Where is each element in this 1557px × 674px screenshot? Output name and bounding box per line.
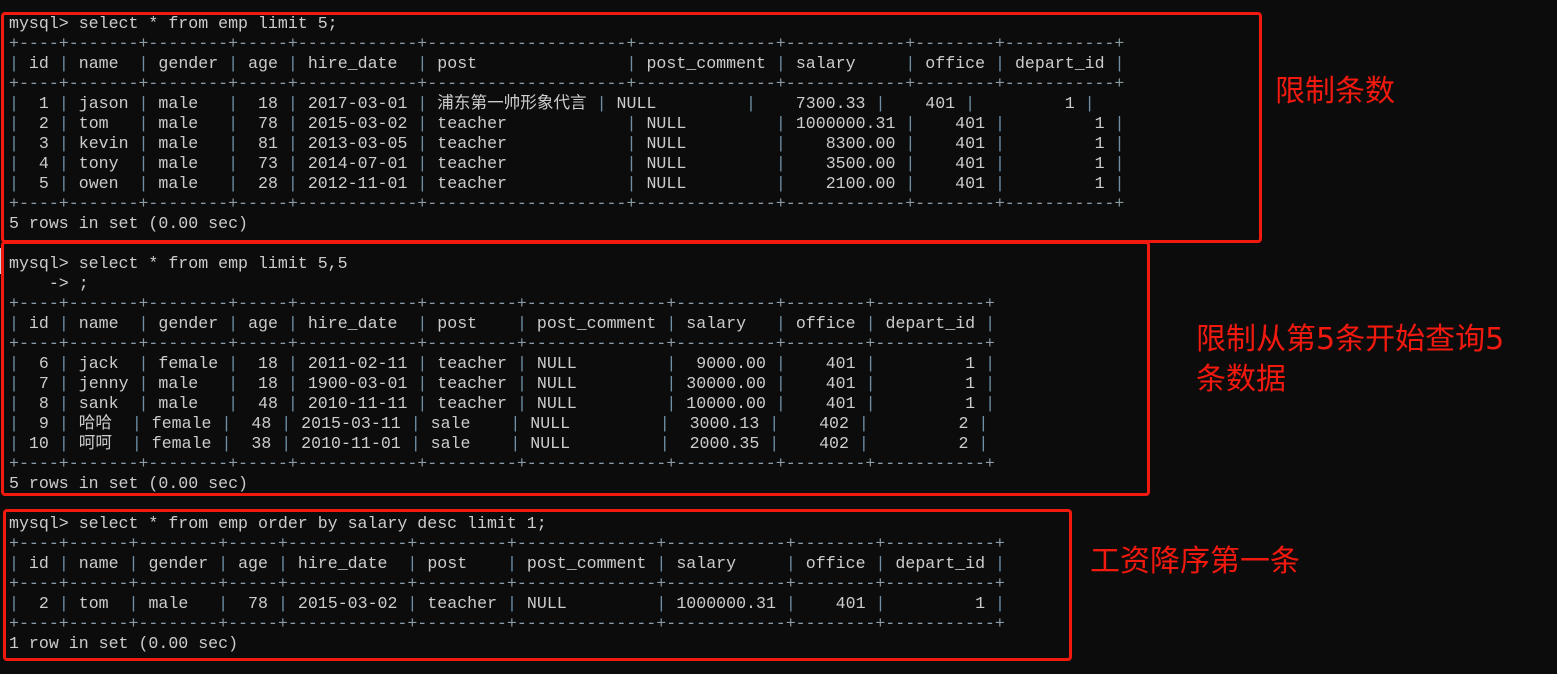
table-header-row: | id | name | gender | age | hire_date |… — [9, 54, 1125, 73]
query-result-block-1: mysql> select * from emp limit 5; +----+-… — [9, 14, 1125, 234]
table-border: +----+------+--------+-----+------------… — [9, 614, 1005, 633]
table-row: | 4 | tony | male | 73 | 2014-07-01 | te… — [9, 154, 1125, 173]
annotation-label-limit-offset: 限制从第5条开始查询5 条数据 — [1196, 322, 1505, 397]
table-row: | 9 | 哈哈 | female | 48 | 2015-03-11 | sa… — [9, 414, 989, 433]
table-border: +----+------+--------+-----+------------… — [9, 574, 1005, 593]
table-border: +----+-------+--------+-----+-----------… — [9, 194, 1125, 213]
table-border: +----+-------+--------+-----+-----------… — [9, 294, 995, 313]
table-row: | 10 | 呵呵 | female | 38 | 2010-11-01 | s… — [9, 434, 989, 453]
table-border: +----+-------+--------+-----+-----------… — [9, 74, 1125, 93]
table-row: | 7 | jenny | male | 18 | 1900-03-01 | t… — [9, 374, 996, 393]
table-border: +----+-------+--------+-----+-----------… — [9, 34, 1125, 53]
query-result-block-2: mysql> select * from emp limit 5,5 -> ; +… — [9, 254, 995, 494]
annotation-label-limit-count: 限制条数 — [1275, 74, 1395, 109]
table-row: | 2 | tom | male | 78 | 2015-03-02 | tea… — [9, 594, 1005, 613]
window-edge-highlight — [0, 248, 3, 274]
result-status: 1 row in set (0.00 sec) — [9, 634, 239, 653]
table-header-row: | id | name | gender | age | hire_date |… — [9, 554, 1005, 573]
result-status: 5 rows in set (0.00 sec) — [9, 214, 248, 233]
table-row: | 3 | kevin | male | 81 | 2013-03-05 | t… — [9, 134, 1125, 153]
command-line: mysql> select * from emp limit 5,5 — [9, 254, 348, 273]
result-status: 5 rows in set (0.00 sec) — [9, 474, 248, 493]
table-border: +----+------+--------+-----+------------… — [9, 534, 1005, 553]
table-border: +----+-------+--------+-----+-----------… — [9, 454, 995, 473]
command-line: mysql> select * from emp order by salary… — [9, 514, 547, 533]
table-row: | 2 | tom | male | 78 | 2015-03-02 | tea… — [9, 114, 1125, 133]
table-border: +----+-------+--------+-----+-----------… — [9, 334, 995, 353]
command-line: mysql> select * from emp limit 5; — [9, 14, 338, 33]
query-result-block-3: mysql> select * from emp order by salary… — [9, 514, 1005, 654]
table-row: | 1 | jason | male | 18 | 2017-03-01 | 浦… — [9, 94, 1095, 113]
table-row: | 8 | sank | male | 48 | 2010-11-11 | te… — [9, 394, 996, 413]
table-row: | 6 | jack | female | 18 | 2011-02-11 | … — [9, 354, 996, 373]
table-header-row: | id | name | gender | age | hire_date |… — [9, 314, 996, 333]
table-row: | 5 | owen | male | 28 | 2012-11-01 | te… — [9, 174, 1125, 193]
annotation-label-order-desc: 工资降序第一条 — [1090, 544, 1300, 579]
command-line: -> ; — [9, 274, 89, 293]
